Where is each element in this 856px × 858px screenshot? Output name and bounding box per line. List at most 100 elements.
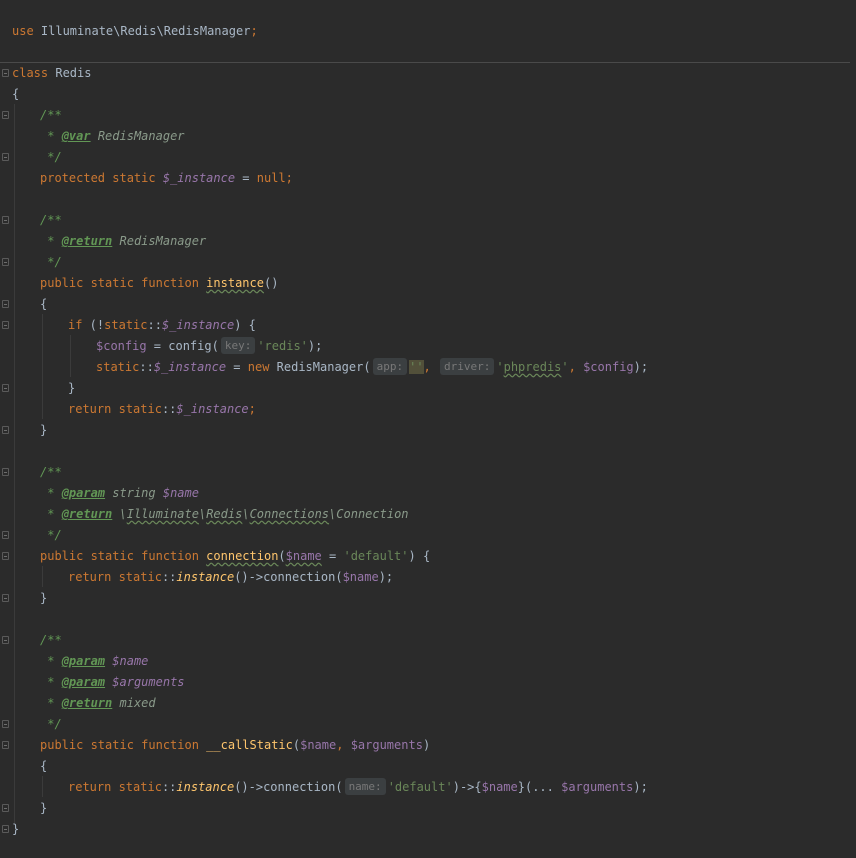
- code-line-return: return static::$_instance;: [68, 399, 256, 420]
- string-token: '': [409, 360, 424, 374]
- fold-marker-icon[interactable]: [2, 552, 9, 560]
- fold-marker-icon[interactable]: [2, 258, 9, 266]
- punct-token: ,: [568, 360, 584, 374]
- punct-token: ) {: [408, 549, 431, 563]
- code-line-brace: {: [40, 756, 47, 777]
- fold-marker-icon[interactable]: [2, 384, 9, 392]
- variable-token: $name: [162, 486, 199, 500]
- code-line-return: return static::instance()->connection($n…: [68, 567, 393, 588]
- keyword-token: null: [256, 171, 286, 185]
- code-line-doc: * @return \Illuminate\Redis\Connections\…: [40, 504, 409, 525]
- doc-tag-token: @return: [61, 507, 113, 521]
- doc-tag-token: @return: [61, 696, 113, 710]
- call-token: = config(: [146, 339, 219, 353]
- fold-marker-icon[interactable]: [2, 111, 9, 119]
- code-line-doc: * @param $name: [40, 651, 148, 672]
- variable-token: $arguments: [350, 738, 423, 752]
- doc-type-token: Connection: [336, 507, 409, 521]
- code-line-if: if (!static::$_instance) {: [68, 315, 256, 336]
- string-token: ': [561, 360, 569, 374]
- doc-type-token: Illuminate: [126, 507, 199, 521]
- punct-token: ,: [336, 738, 351, 752]
- indent-guide: [14, 104, 15, 824]
- doc-type-token: RedisManager: [112, 234, 207, 248]
- doc-type-token: Redis: [206, 507, 243, 521]
- code-line-doc: * @return mixed: [40, 693, 155, 714]
- doc-token: *: [40, 696, 62, 710]
- keyword-token: class: [12, 66, 49, 80]
- punct-token: );: [633, 780, 648, 794]
- doc-token: /**: [40, 108, 62, 122]
- call-token: RedisManager(: [269, 360, 371, 374]
- variable-token: $arguments: [561, 780, 634, 794]
- keyword-token: static: [111, 570, 162, 584]
- function-name-token: __callStatic: [206, 738, 293, 752]
- variable-token: $name: [300, 738, 337, 752]
- fold-marker-icon[interactable]: [2, 216, 9, 224]
- fold-marker-icon[interactable]: [2, 594, 9, 602]
- keyword-token: static: [111, 780, 162, 794]
- indent-guide: [42, 314, 43, 419]
- fold-marker-icon[interactable]: [2, 153, 9, 161]
- code-line-return: return static::instance()->connection(na…: [68, 777, 648, 798]
- variable-token: $name: [105, 654, 149, 668]
- keyword-token: use: [12, 24, 34, 38]
- fold-marker-icon[interactable]: [2, 825, 9, 833]
- doc-token: */: [40, 255, 62, 269]
- doc-token: */: [40, 150, 62, 164]
- indent-guide: [42, 776, 43, 797]
- method-separator: [0, 62, 850, 63]
- variable-token: $_instance: [161, 318, 235, 332]
- keyword-token: static: [104, 318, 148, 332]
- fold-marker-icon[interactable]: [2, 720, 9, 728]
- fold-marker-icon[interactable]: [2, 300, 9, 308]
- code-line-doc: * @var RedisManager: [40, 126, 184, 147]
- fold-marker-icon[interactable]: [2, 69, 9, 77]
- code-line-brace: }: [12, 819, 19, 840]
- call-token: instance: [176, 780, 235, 794]
- fold-marker-icon[interactable]: [2, 804, 9, 812]
- string-token: ': [496, 360, 504, 374]
- punct-token: ;: [250, 24, 258, 38]
- doc-type-token: Connections: [249, 507, 330, 521]
- keyword-token: public static function: [40, 738, 207, 752]
- brace-token: {: [40, 297, 48, 311]
- fold-marker-icon[interactable]: [2, 636, 9, 644]
- code-editor[interactable]: use Illuminate\Redis\RedisManager; class…: [0, 0, 856, 858]
- operator-token: =: [321, 549, 344, 563]
- code-line-config: $config = config(key:'redis');: [96, 336, 322, 357]
- keyword-token: new: [247, 360, 270, 374]
- class-name-token: Redis: [48, 66, 92, 80]
- variable-token: $_instance: [176, 402, 249, 416]
- fold-marker-icon[interactable]: [2, 531, 9, 539]
- brace-token: }: [68, 381, 76, 395]
- fold-marker-icon[interactable]: [2, 468, 9, 476]
- brace-token: }: [40, 423, 48, 437]
- code-line-doc-close: */: [40, 525, 61, 546]
- variable-token: $name: [342, 570, 379, 584]
- code-line-doc-open: /**: [40, 210, 62, 231]
- punct-token: )->{: [452, 780, 482, 794]
- indent-guide: [42, 566, 43, 587]
- string-token: 'redis': [257, 339, 308, 353]
- doc-token: /**: [40, 465, 62, 479]
- brace-token: {: [12, 87, 20, 101]
- punct-token: ::: [161, 780, 177, 794]
- code-line-doc: * @param string $name: [40, 483, 199, 504]
- punct-token: ,: [423, 360, 438, 374]
- code-line-doc-close: */: [40, 147, 62, 168]
- punct-token: (: [278, 549, 286, 563]
- keyword-token: return: [68, 402, 112, 416]
- code-line-brace: {: [12, 84, 19, 105]
- keyword-token: static: [118, 402, 162, 416]
- brace-token: }: [12, 822, 20, 836]
- code-line-doc-close: */: [40, 252, 62, 273]
- code-line-doc-open: /**: [40, 462, 62, 483]
- doc-token: *: [40, 507, 62, 521]
- fold-marker-icon[interactable]: [2, 741, 9, 749]
- punct-token: (!: [82, 318, 105, 332]
- doc-type-token: \: [242, 507, 250, 521]
- fold-marker-icon[interactable]: [2, 321, 9, 329]
- doc-token: *: [40, 129, 62, 143]
- fold-marker-icon[interactable]: [2, 426, 9, 434]
